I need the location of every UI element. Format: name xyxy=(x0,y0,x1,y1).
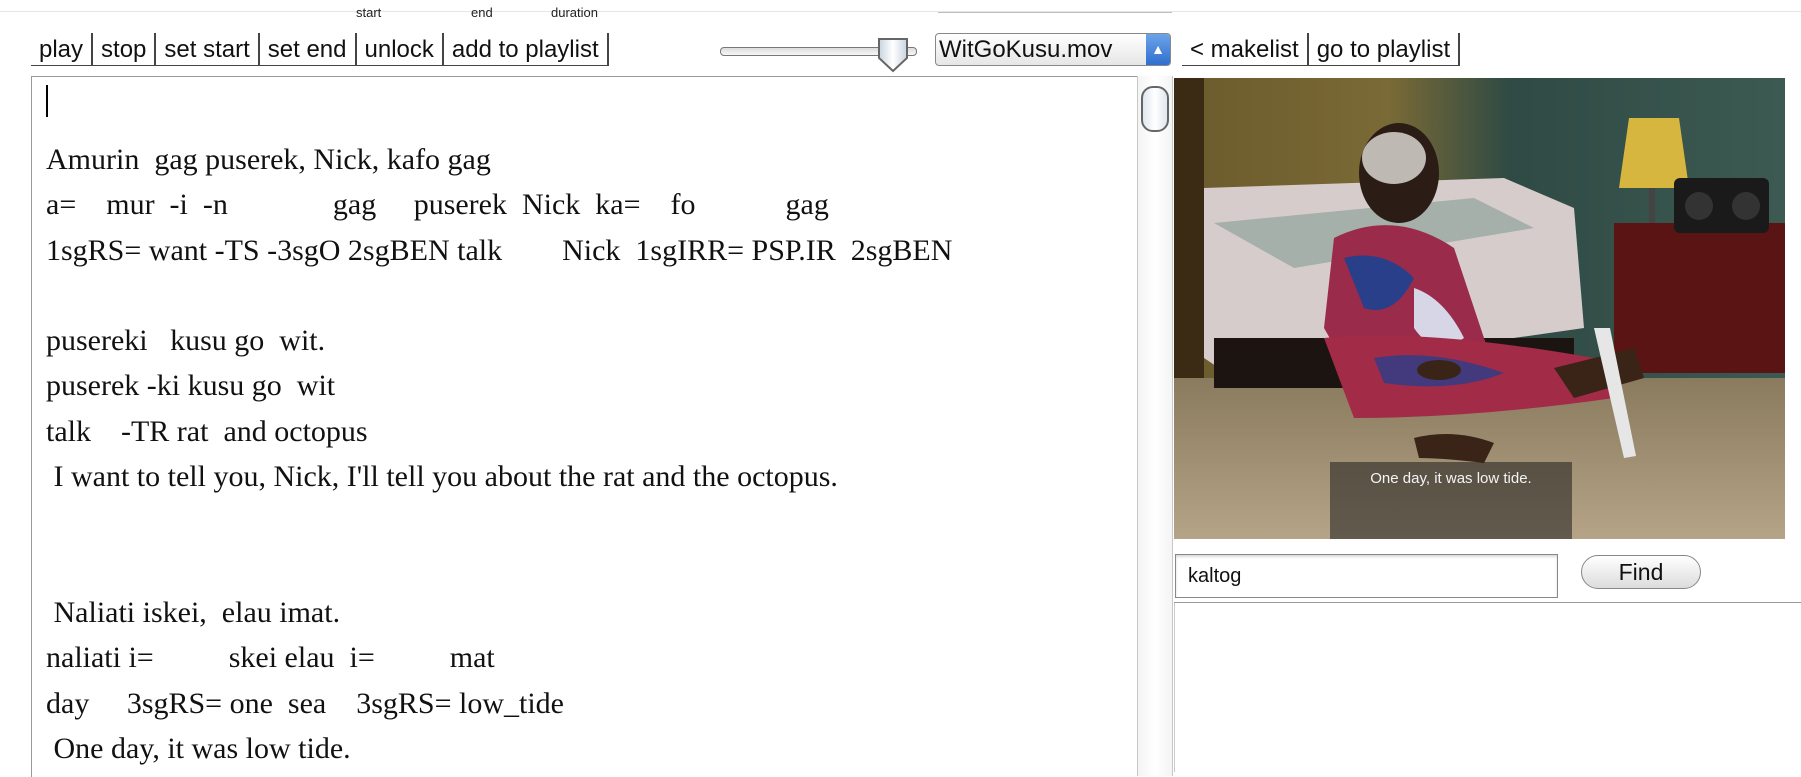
media-file-value: WitGoKusu.mov xyxy=(939,36,1113,63)
editor-scrollbar[interactable] xyxy=(1137,76,1173,776)
select-top-line xyxy=(938,12,1172,13)
go-to-playlist-button[interactable]: go to playlist xyxy=(1308,33,1461,66)
start-label: start xyxy=(356,5,382,20)
stop-button[interactable]: stop xyxy=(93,33,157,66)
slider-knob-icon[interactable] xyxy=(876,36,910,74)
find-button[interactable]: Find xyxy=(1581,555,1701,589)
set-end-button[interactable]: set end xyxy=(259,33,357,66)
add-to-playlist-button[interactable]: add to playlist xyxy=(443,33,609,66)
play-button[interactable]: play xyxy=(31,33,94,66)
playlist-toolbar: < makelist go to playlist xyxy=(1182,33,1461,66)
scrollbar-thumb[interactable] xyxy=(1141,86,1169,132)
search-input[interactable] xyxy=(1175,554,1558,598)
video-subtitle: One day, it was low tide. xyxy=(1370,470,1532,487)
search-results-panel[interactable] xyxy=(1174,603,1801,772)
duration-label: duration xyxy=(551,5,598,20)
unlock-button[interactable]: unlock xyxy=(356,33,444,66)
transcript-editor[interactable]: Amurin gag puserek, Nick, kafo gag a= mu… xyxy=(31,76,1139,777)
subtitle-overlay: One day, it was low tide. xyxy=(1330,462,1572,539)
transport-toolbar: play stop set start set end unlock add t… xyxy=(31,33,609,66)
set-start-button[interactable]: set start xyxy=(156,33,260,66)
makelist-button[interactable]: < makelist xyxy=(1182,33,1309,66)
transcript-text[interactable]: Amurin gag puserek, Nick, kafo gag a= mu… xyxy=(46,137,952,771)
media-file-select[interactable]: WitGoKusu.mov ▲ xyxy=(935,33,1171,66)
end-label: end xyxy=(471,5,493,20)
updown-arrows-icon[interactable]: ▲ xyxy=(1146,34,1170,65)
text-caret xyxy=(46,85,48,117)
top-divider xyxy=(0,11,1801,12)
position-slider[interactable] xyxy=(720,36,920,73)
video-player[interactable]: One day, it was low tide. xyxy=(1174,78,1785,539)
